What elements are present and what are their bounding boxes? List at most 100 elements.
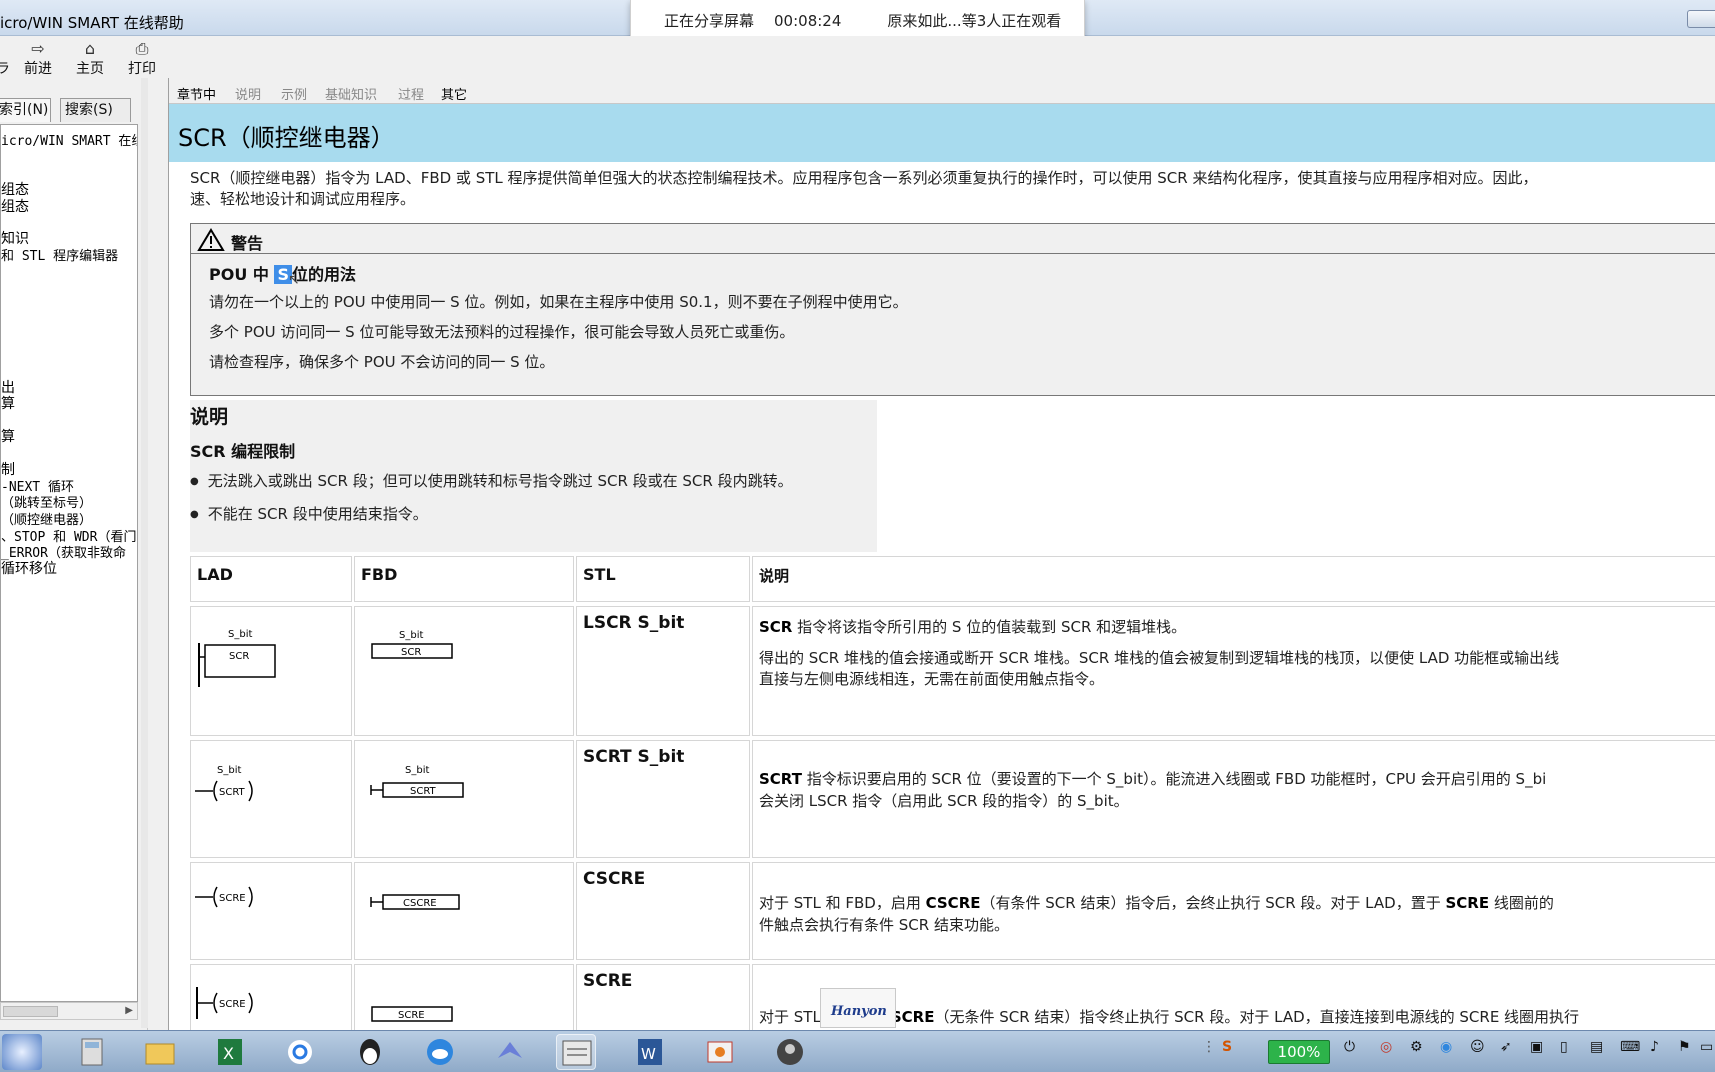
flag-icon[interactable]: ⚑ xyxy=(1678,1039,1691,1055)
table-cell-stl: CSCRE xyxy=(576,862,750,960)
svg-text:S_bit: S_bit xyxy=(405,765,429,776)
back-arrow-icon xyxy=(0,40,10,58)
svg-text:SCRT: SCRT xyxy=(410,786,437,797)
qq-icon[interactable] xyxy=(350,1034,390,1070)
file-explorer-icon[interactable] xyxy=(140,1034,180,1070)
intro-paragraph: SCR（顺控继电器）指令为 LAD、FBD 或 STL 程序提供简单但强大的状态… xyxy=(190,168,1710,210)
table-cell-stl: LSCR S_bit xyxy=(576,606,750,736)
description-text: 对于 STL 和 FBD，启用 CSCRE（有条件 SCR 结束）指令后，会终止… xyxy=(759,894,1554,912)
share-viewers[interactable]: 原来如此...等3人正在观看 xyxy=(887,10,1061,31)
svg-text:S_bit: S_bit xyxy=(217,765,241,776)
tree-item[interactable]: icro/WIN SMART 在线 xyxy=(1,130,137,149)
calculator-icon[interactable] xyxy=(72,1034,112,1070)
battery-indicator[interactable]: 100% xyxy=(1268,1040,1330,1064)
browser-tray-icon[interactable]: ◉ xyxy=(1440,1039,1452,1055)
stl-code: LSCR S_bit xyxy=(583,613,685,633)
windows-taskbar: X W ⋮ S 100% ⏻ ◎ ⚙ ◉ ☺ ➶ ▣ ▯ ▤ ⌨ ♪ ⚑ ▭ xyxy=(0,1030,1715,1072)
antivirus-icon[interactable]: ◎ xyxy=(1380,1039,1392,1055)
cscre-ladder-diagram: SCRE xyxy=(195,886,253,908)
description-text: 得出的 SCR 堆栈的值会接通或断开 SCR 堆栈。SCR 堆栈的值会被复制到逻… xyxy=(759,649,1560,667)
microwin-help-taskbar-icon[interactable] xyxy=(556,1034,596,1070)
lscr-ladder-diagram: S_bit SCR xyxy=(198,629,276,687)
table-cell-stl: SCRE xyxy=(576,964,750,1030)
tab-basics[interactable]: 基础知识 xyxy=(325,84,377,103)
sogou-input-icon[interactable]: S xyxy=(1222,1039,1232,1055)
arrow-tray-icon[interactable]: ➶ xyxy=(1500,1039,1512,1055)
cscre-fbd-diagram: CSCRE xyxy=(370,894,460,910)
volume-icon[interactable]: ♪ xyxy=(1650,1039,1659,1055)
power-plug-icon[interactable]: ⏻ xyxy=(1344,1039,1355,1055)
usb-icon[interactable]: ▯ xyxy=(1560,1039,1568,1055)
monitor-icon[interactable]: ▭ xyxy=(1700,1039,1713,1055)
network-settings-icon[interactable]: ⚙ xyxy=(1410,1039,1423,1055)
tree-item[interactable]: 和 STL 程序编辑器 xyxy=(1,245,118,264)
warning-title-text: 位的用法 xyxy=(292,265,357,284)
table-cell-description: 对于 STL 和 FBD，SCRE（无条件 SCR 结束）指令终止执行 SCR … xyxy=(752,964,1715,1030)
home-button[interactable]: ⌂ 主页 xyxy=(72,40,108,78)
column-header-fbd: FBD xyxy=(354,556,574,602)
table-cell-fbd: CSCRE xyxy=(354,862,574,960)
scroll-thumb[interactable] xyxy=(3,1006,58,1017)
warning-line: 请勿在一个以上的 POU 中使用同一 S 位。例如，如果在主程序中使用 S0.1… xyxy=(209,293,908,311)
section-heading: 说明 xyxy=(190,406,229,428)
print-button[interactable]: ⎙ 打印 xyxy=(124,40,160,78)
svg-text:SCRE: SCRE xyxy=(219,999,246,1010)
avatar-app-icon[interactable] xyxy=(770,1034,810,1070)
back-button[interactable]: ラ xyxy=(0,40,10,78)
tree-item[interactable]: 算 xyxy=(1,393,15,413)
minimize-button[interactable] xyxy=(1687,10,1715,28)
stl-code: SCRT S_bit xyxy=(583,747,685,767)
clipboard-icon[interactable]: ▤ xyxy=(1590,1039,1603,1055)
tab-other[interactable]: 其它 xyxy=(441,84,467,103)
description-text: SCR 指令将该指令所引用的 S 位的值装载到 SCR 和逻辑堆栈。 xyxy=(759,618,1187,636)
window-title: icro/WIN SMART 在线帮助 xyxy=(0,14,184,32)
tab-index[interactable]: 索引(N) xyxy=(0,98,51,122)
svg-text:S_bit: S_bit xyxy=(399,630,423,641)
pane-splitter[interactable] xyxy=(141,78,148,1028)
warning-line: 请检查程序，确保多个 POU 不会访问的同一 S 位。 xyxy=(209,353,555,371)
bird-app-icon[interactable] xyxy=(490,1034,530,1070)
warning-header: 警告 xyxy=(191,224,1715,254)
word-icon[interactable]: W xyxy=(630,1034,670,1070)
presentation-icon[interactable] xyxy=(700,1034,740,1070)
tab-process[interactable]: 过程 xyxy=(398,84,424,103)
tab-search[interactable]: 搜索(S) xyxy=(60,98,131,122)
navigation-pane: 索引(N) 搜索(S) icro/WIN SMART 在线 组态 组态 知识 和… xyxy=(0,78,148,1030)
table-cell-lad: S_bit SCR xyxy=(190,606,352,736)
help-toolbar: ラ ⇨ 前进 ⌂ 主页 ⎙ 打印 xyxy=(0,36,1715,78)
start-button[interactable] xyxy=(2,1034,42,1070)
description-text: SCRT 指令标识要启用的 SCR 位（要设置的下一个 S_bit）。能流进入线… xyxy=(759,770,1547,788)
table-cell-description: SCRT 指令标识要启用的 SCR 位（要设置的下一个 S_bit）。能流进入线… xyxy=(752,740,1715,858)
forward-label: 前进 xyxy=(24,61,52,77)
table-cell-fbd: S_bit SCR xyxy=(354,606,574,736)
warning-label: 警告 xyxy=(231,234,264,253)
tree-item[interactable]: 算 xyxy=(1,426,15,446)
page-title: SCR（顺控继电器） xyxy=(178,124,395,152)
svg-text:W: W xyxy=(641,1045,656,1063)
tab-in-chapter[interactable]: 章节中 xyxy=(177,84,216,103)
description-text: 会关闭 LSCR 指令（启用此 SCR 段的指令）的 S_bit。 xyxy=(759,792,1129,810)
qq-tray-icon[interactable]: ☺ xyxy=(1470,1039,1485,1055)
warning-title-text: POU 中 xyxy=(209,265,269,284)
tab-example[interactable]: 示例 xyxy=(281,84,307,103)
forward-button[interactable]: ⇨ 前进 xyxy=(20,40,56,78)
table-cell-lad: SCRE xyxy=(190,964,352,1030)
tree-item[interactable]: 循环移位 xyxy=(1,558,57,578)
svg-text:SCR: SCR xyxy=(401,647,421,658)
stl-code: CSCRE xyxy=(583,869,646,889)
keyboard-layout-icon[interactable]: ⌨ xyxy=(1620,1039,1640,1055)
tree-item[interactable]: 组态 xyxy=(1,196,29,216)
tree-horizontal-scrollbar[interactable]: ▶ xyxy=(0,1002,138,1020)
scrt-ladder-diagram: S_bit SCRT xyxy=(195,765,253,802)
cloud-app-icon[interactable] xyxy=(420,1034,460,1070)
table-cell-description: SCR 指令将该指令所引用的 S 位的值装载到 SCR 和逻辑堆栈。 得出的 S… xyxy=(752,606,1715,736)
excel-icon[interactable]: X xyxy=(210,1034,250,1070)
scroll-right-arrow-icon[interactable]: ▶ xyxy=(125,1005,133,1016)
watermark-text: Hanyon xyxy=(831,1004,887,1019)
column-header-description: 说明 xyxy=(752,556,1715,602)
print-label: 打印 xyxy=(128,61,156,77)
scre-ladder-diagram: SCRE xyxy=(196,987,253,1019)
tab-description[interactable]: 说明 xyxy=(235,84,261,103)
display-icon[interactable]: ▣ xyxy=(1530,1039,1543,1055)
baidu-netdisk-icon[interactable] xyxy=(280,1034,320,1070)
